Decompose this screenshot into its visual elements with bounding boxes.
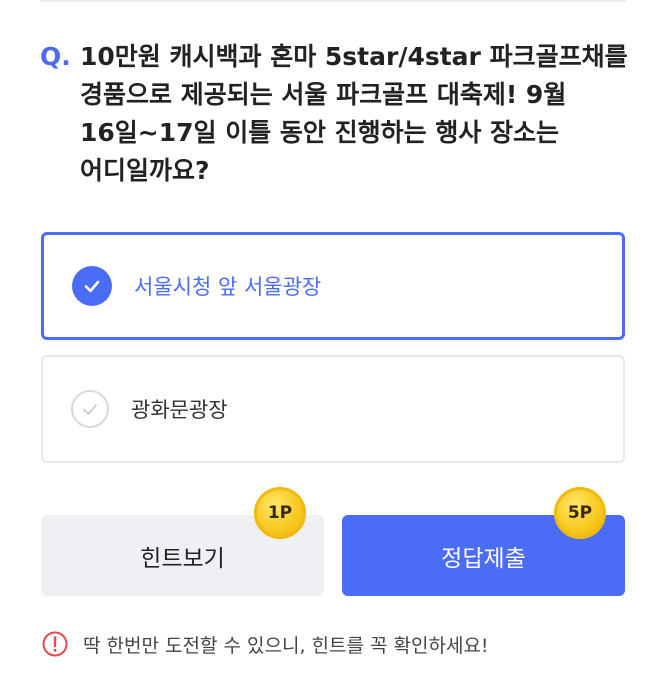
notice: 딱 한번만 도전할 수 있으니, 힌트를 꼭 확인하세요!	[41, 630, 489, 658]
notice-text: 딱 한번만 도전할 수 있으니, 힌트를 꼭 확인하세요!	[83, 634, 489, 657]
exclamation-circle-icon	[42, 631, 68, 657]
hint-cost-label: 1P	[267, 503, 293, 523]
top-divider	[40, 0, 626, 2]
option-item-1[interactable]: 서울시청 앞 서울광장	[41, 232, 625, 340]
question-text: 10만원 캐시백과 혼마 5star/4star 파크골프채를 경품으로 제공되…	[80, 42, 628, 185]
hint-cost-coin-badge: 1P	[254, 487, 306, 539]
hint-button-label: 힌트보기	[140, 544, 225, 571]
submit-reward-coin-badge: 5P	[554, 487, 606, 539]
question: Q. 10만원 캐시백과 혼마 5star/4star 파크골프채를 경품으로 …	[40, 38, 630, 190]
option-item-2[interactable]: 광화문광장	[41, 355, 625, 463]
question-prefix: Q.	[40, 42, 71, 71]
option-label: 광화문광장	[131, 398, 228, 422]
submit-reward-label: 5P	[567, 503, 593, 523]
submit-button-label: 정답제출	[441, 544, 526, 571]
check-circle-filled-icon	[72, 266, 112, 306]
option-label: 서울시청 앞 서울광장	[134, 275, 322, 299]
check-circle-outline-icon	[71, 390, 109, 428]
